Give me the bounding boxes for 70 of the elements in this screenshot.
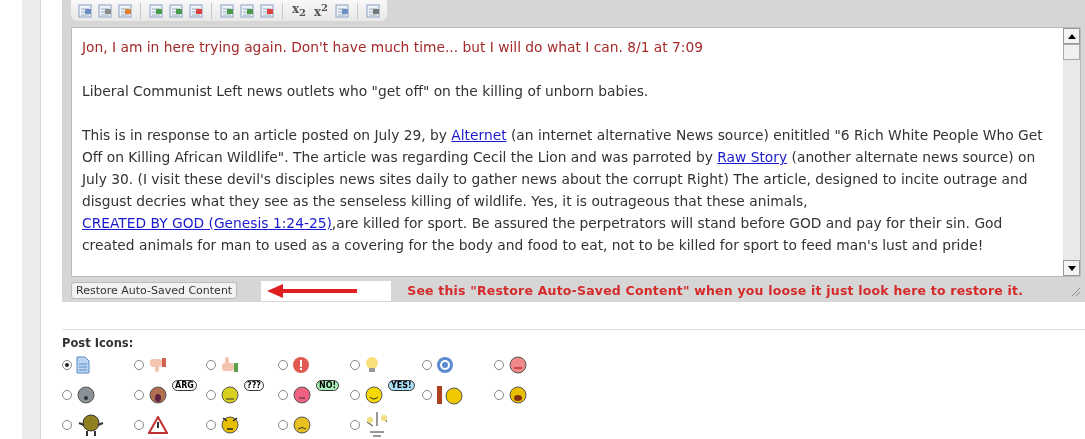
radio-button[interactable] (134, 390, 144, 400)
lightbulb-icon (364, 356, 380, 374)
sketch-drawing-icon (364, 412, 390, 438)
radio-button[interactable] (422, 390, 432, 400)
format-button[interactable]: x$^{2}$ (312, 2, 330, 19)
radio-button[interactable] (350, 420, 360, 430)
text-link[interactable]: CREATED BY GOD (Genesis 1:24-25) (82, 215, 332, 232)
radio-button[interactable] (494, 390, 504, 400)
laughing-face-icon (508, 385, 528, 405)
table-tool-icon[interactable] (168, 2, 184, 19)
speech-bubble: ??? (244, 380, 264, 391)
table-tool-icon[interactable] (239, 2, 255, 19)
paragraph: Liberal Communist Left news outlets who "get off" on the killing of unborn babies. (82, 82, 650, 102)
document-icon (76, 356, 90, 374)
radio-button[interactable] (206, 420, 216, 430)
paragraph: This is in response to an article posted on July 29, by Alternet (an internet alternative News source) enititled "6 Rich White People Who Get Off on Killing African Wildlife". The article was regarding Cecil the Lion and was parroted by Raw Story (another alternate news source) on July 30. (I visit these devil's disciples news sites daily to gather news about the corrupt Right) The article, designed to incite outrage and disgust decries what they see as the senseless killing of wildlife. Yes, it is outrageous that these animals, CREATED BY GOD (Genesis 1:24-25),are killed for sport. Be assured the perpetrators will stand before GOD and pay for their sin. God created animals for man to used as a covering for the body and food to eat, not to be killed for sport to feed man's lust and pride! (82, 126, 1044, 256)
thumbs-up-icon (220, 356, 240, 374)
radio-button[interactable] (278, 360, 288, 370)
thumbs-down-icon (148, 356, 168, 374)
frowning-face-icon (292, 415, 312, 435)
paragraph: Jon, I am in here trying again. Don't have much time... but I will do what I can. 8/1 at 7:09 (82, 38, 705, 58)
frazzled-face-icon (220, 415, 240, 435)
question-icon (436, 356, 454, 374)
radio-button[interactable] (62, 360, 72, 370)
speech-bubble: ARG (172, 380, 197, 391)
angry-face-icon (508, 355, 528, 375)
text-link[interactable]: Raw Story (717, 149, 788, 166)
warning-icon (148, 416, 168, 434)
table-tool-icon[interactable] (77, 2, 93, 19)
head-banging-icon (436, 385, 466, 405)
table-tool-icon[interactable] (259, 2, 275, 19)
shouting-face-icon (148, 385, 168, 405)
radio-button[interactable] (62, 420, 72, 430)
confused-face-icon (220, 385, 240, 405)
section-label: Post Icons: (62, 336, 135, 350)
scrollbar[interactable] (1063, 28, 1080, 277)
format-button[interactable]: x$_{2}$ (290, 2, 308, 19)
up-arrow-icon[interactable] (1067, 33, 1076, 39)
smiley-icon (364, 385, 384, 405)
radio-button[interactable] (134, 420, 144, 430)
radio-button[interactable] (494, 360, 504, 370)
radio-button[interactable] (134, 360, 144, 370)
face-icon (76, 385, 96, 405)
radio-button[interactable] (350, 360, 360, 370)
speech-bubble: NO! (316, 380, 340, 391)
down-arrow-icon[interactable] (1067, 265, 1076, 271)
scroll-thumb[interactable] (1063, 44, 1080, 61)
radio-button[interactable] (206, 390, 216, 400)
restore-button[interactable]: Restore Auto-Saved Content (71, 282, 238, 299)
unhappy-face-icon (292, 385, 312, 405)
speech-bubble: YES! (388, 380, 415, 391)
radio-button[interactable] (62, 390, 72, 400)
radio-button[interactable] (206, 360, 216, 370)
radio-button[interactable] (422, 360, 432, 370)
table-tool-icon[interactable] (365, 2, 381, 19)
arrow-icon (267, 283, 358, 298)
dancing-figure-icon (76, 413, 106, 437)
text-area[interactable] (71, 27, 1081, 278)
text-link[interactable]: Alternet (451, 127, 507, 144)
table-tool-icon[interactable] (117, 2, 133, 19)
annotation-text: See this "Restore Auto-Saved Content" when you loose it just look here to restore it. (407, 283, 1024, 298)
table-tool-icon[interactable] (97, 2, 113, 19)
radio-button[interactable] (278, 390, 288, 400)
table-tool-icon[interactable] (334, 2, 350, 19)
table-tool-icon[interactable] (219, 2, 235, 19)
exclamation-icon (292, 356, 310, 374)
radio-button[interactable] (350, 390, 360, 400)
table-tool-icon[interactable] (188, 2, 204, 19)
radio-button[interactable] (278, 420, 288, 430)
table-tool-icon[interactable] (148, 2, 164, 19)
